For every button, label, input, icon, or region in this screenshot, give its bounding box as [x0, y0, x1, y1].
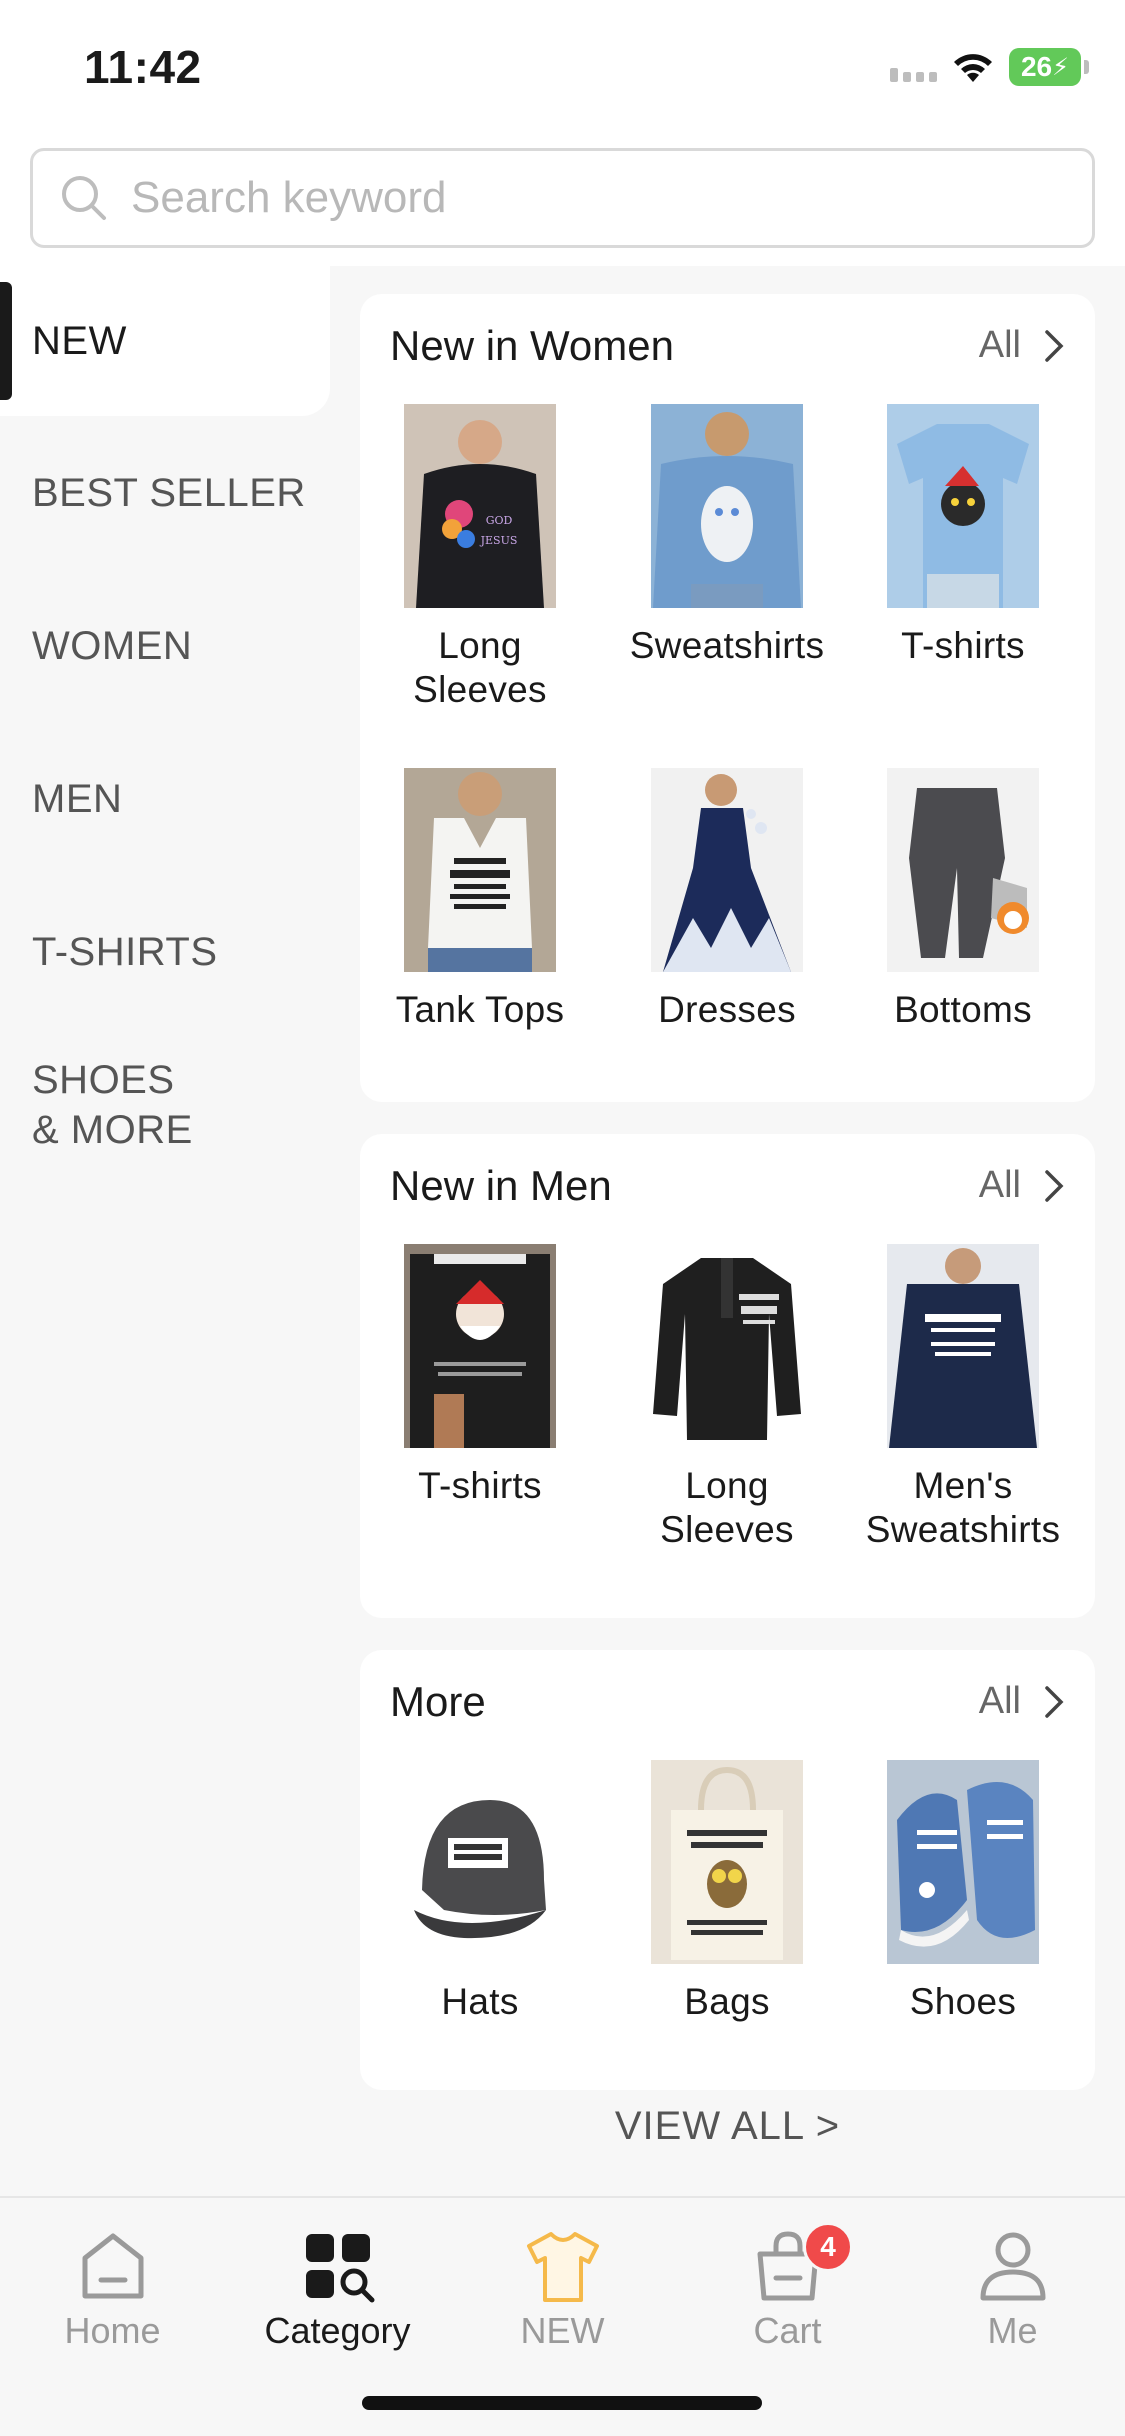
sidebar-item-label: SHOES & MORE — [32, 1058, 193, 1152]
section-all-link[interactable]: All — [979, 324, 1065, 367]
all-label: All — [978, 1164, 1021, 1206]
tile-label: T-shirts — [418, 1465, 542, 1506]
product-image — [887, 768, 1039, 972]
tab-label: NEW — [520, 2310, 605, 2351]
tab-category[interactable]: Category — [225, 2228, 450, 2352]
product-image — [651, 404, 803, 608]
product-image — [887, 1760, 1039, 1964]
chevron-right-icon — [1045, 329, 1064, 362]
section-title: New in Men — [390, 1162, 612, 1209]
tile-bags[interactable]: Bags — [622, 1760, 832, 2024]
wifi-icon — [954, 54, 992, 82]
tab-label: Me — [987, 2310, 1038, 2351]
home-icon — [82, 2233, 143, 2299]
section-all-link[interactable]: All — [979, 1680, 1065, 1723]
tile-label: Long Sleeves — [413, 625, 547, 710]
product-image — [404, 1760, 556, 1964]
tile-t-shirts[interactable]: T-shirts — [858, 404, 1068, 668]
battery-level: 26 — [1020, 51, 1053, 82]
sidebar-item-new[interactable]: NEW — [0, 266, 330, 416]
signal-icon — [890, 52, 937, 82]
view-all-link[interactable]: VIEW ALL > — [330, 2104, 1125, 2149]
tile-label: Long Sleeves — [660, 1465, 794, 1550]
home-indicator — [362, 2396, 762, 2410]
tile-label: Bottoms — [894, 989, 1032, 1030]
category-icon — [305, 2234, 374, 2303]
tile-label: Dresses — [658, 989, 796, 1030]
tile-label: Hats — [441, 1981, 519, 2022]
battery-icon: 26 ⚡ — [1009, 48, 1089, 86]
section-title: More — [390, 1678, 486, 1725]
sidebar-item-women[interactable]: WOMEN — [0, 571, 330, 721]
svg-text:GOD: GOD — [486, 514, 513, 527]
chevron-right-icon — [1045, 1685, 1064, 1718]
tile-men-t-shirts[interactable]: T-shirts — [375, 1244, 585, 1508]
product-image — [887, 404, 1039, 608]
tile-label: Bags — [684, 1981, 770, 2022]
svg-text:JESUS: JESUS — [480, 534, 518, 547]
sidebar-item-men[interactable]: MEN — [0, 724, 330, 874]
search-icon — [62, 176, 106, 220]
tile-bottoms[interactable]: Bottoms — [858, 768, 1068, 1032]
tile-men-long-sleeves[interactable]: Long Sleeves — [622, 1244, 832, 1552]
tile-label: Shoes — [909, 1981, 1017, 2022]
product-image — [404, 768, 556, 972]
product-image — [651, 1244, 803, 1448]
section-all-link[interactable]: All — [979, 1164, 1065, 1207]
sidebar-item-label: MEN — [32, 776, 123, 821]
all-label: All — [978, 324, 1021, 366]
tile-sweatshirts[interactable]: Sweatshirts — [622, 404, 832, 668]
sidebar-item-label: T-SHIRTS — [32, 929, 218, 974]
tile-label: Men's Sweatshirts — [865, 1465, 1061, 1550]
search-bar[interactable] — [30, 148, 1095, 248]
cart-badge: 4 — [803, 2222, 853, 2272]
sidebar-item-label: BEST SELLER — [32, 470, 306, 515]
category-sidebar: NEW BEST SELLER WOMEN MEN T-SHIRTS SHOES… — [0, 266, 330, 2196]
tab-label: Category — [264, 2310, 411, 2351]
tile-dresses[interactable]: Dresses — [622, 768, 832, 1032]
tile-shoes[interactable]: Shoes — [858, 1760, 1068, 2024]
sidebar-item-best-seller[interactable]: BEST SELLER — [0, 418, 330, 568]
sidebar-item-shoes-more[interactable]: SHOES & MORE — [0, 1030, 330, 1180]
tab-label: Home — [64, 2310, 161, 2351]
chevron-right-icon — [1045, 1169, 1064, 1202]
tab-cart[interactable]: 4 Cart — [675, 2222, 900, 2352]
tile-label: T-shirts — [901, 625, 1025, 666]
product-image — [651, 768, 803, 972]
tab-home[interactable]: Home — [0, 2228, 225, 2352]
sidebar-item-t-shirts[interactable]: T-SHIRTS — [0, 877, 330, 1027]
status-time: 11:42 — [84, 41, 202, 93]
all-label: All — [978, 1680, 1021, 1722]
status-bar: 11:42 26 ⚡ — [0, 0, 1125, 135]
tile-hats[interactable]: Hats — [375, 1760, 585, 2024]
sidebar-item-label: WOMEN — [32, 623, 193, 668]
search-input[interactable] — [131, 173, 1031, 223]
product-image: GOD JESUS — [404, 404, 556, 608]
tile-label: Sweatshirts — [629, 625, 825, 666]
section-more: More All Hats Bags Shoes — [360, 1650, 1095, 2090]
tile-label: Tank Tops — [395, 989, 565, 1030]
status-indicators: 26 ⚡ — [890, 46, 1089, 88]
category-content: New in Women All GOD JESUS Long Sleeves S… — [330, 266, 1125, 2196]
product-image — [887, 1244, 1039, 1448]
tile-long-sleeves[interactable]: GOD JESUS Long Sleeves — [375, 404, 585, 712]
tile-mens-sweatshirts[interactable]: Men's Sweatshirts — [858, 1244, 1068, 1552]
section-new-in-women: New in Women All GOD JESUS Long Sleeves S… — [360, 294, 1095, 1102]
product-image — [651, 1760, 803, 1964]
tab-me[interactable]: Me — [900, 2228, 1125, 2352]
product-image — [404, 1244, 556, 1448]
sidebar-item-label: NEW — [32, 318, 127, 363]
active-indicator — [0, 282, 12, 400]
tab-new[interactable]: NEW — [450, 2228, 675, 2352]
user-icon — [980, 2232, 1045, 2301]
tile-tank-tops[interactable]: Tank Tops — [375, 768, 585, 1032]
section-new-in-men: New in Men All T-shirts Long Sleeves Men… — [360, 1134, 1095, 1618]
tshirt-icon — [526, 2232, 599, 2302]
tab-label: Cart — [753, 2310, 822, 2351]
section-title: New in Women — [390, 322, 674, 369]
